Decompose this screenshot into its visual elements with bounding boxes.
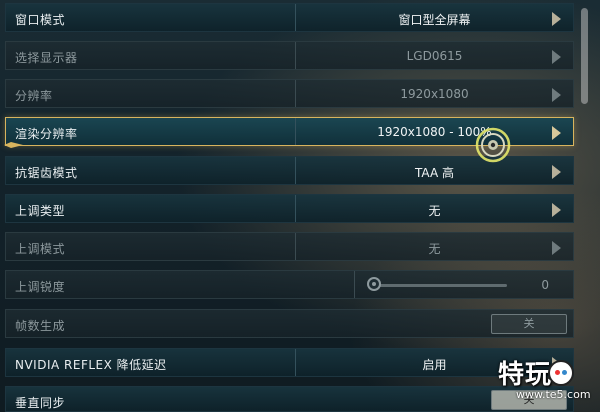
setting-value: TAA 高 (415, 166, 454, 180)
setting-value: 1920x1080 - 100% (377, 125, 492, 139)
selection-ornament-icon (4, 142, 23, 148)
setting-row-vsync[interactable]: 垂直同步 关 (5, 386, 574, 412)
setting-value: LGD0615 (406, 49, 463, 63)
scrollbar[interactable] (581, 8, 588, 104)
setting-row-upscale-sharpness[interactable]: 上调锐度 0 (5, 270, 574, 299)
arrow-right-icon[interactable] (552, 165, 561, 179)
setting-label: NVIDIA REFLEX 降低延迟 (15, 358, 167, 372)
site-watermark: 特玩 www.te5.com (498, 354, 598, 406)
watermark-logo-text: 特玩 (498, 360, 553, 390)
setting-value: 窗口型全屏幕 (398, 13, 471, 27)
slider-value: 0 (541, 278, 549, 292)
setting-row-resolution[interactable]: 分辨率 1920x1080 (5, 79, 574, 108)
slider-track[interactable] (377, 284, 507, 287)
frame-generation-toggle[interactable]: 关 (491, 314, 567, 334)
setting-row-window-mode[interactable]: 窗口模式 窗口型全屏幕 (5, 3, 574, 32)
setting-label: 帧数生成 (15, 319, 66, 333)
setting-label: 上调锐度 (15, 280, 66, 294)
setting-value: 无 (428, 242, 441, 256)
arrow-right-icon[interactable] (552, 12, 561, 26)
gamepad-cursor-icon (475, 127, 511, 163)
setting-row-nvidia-reflex[interactable]: NVIDIA REFLEX 降低延迟 启用 (5, 348, 574, 377)
watermark-url: www.te5.com (516, 388, 591, 401)
setting-label: 渲染分辨率 (15, 127, 78, 141)
arrow-right-icon[interactable] (552, 203, 561, 217)
setting-label: 垂直同步 (15, 396, 66, 410)
arrow-right-icon[interactable] (552, 88, 561, 102)
setting-label: 抗锯齿模式 (15, 166, 78, 180)
arrow-right-icon[interactable] (552, 241, 561, 255)
slider-knob[interactable] (367, 277, 381, 291)
setting-label: 上调模式 (15, 242, 66, 256)
setting-label: 选择显示器 (15, 51, 78, 65)
arrow-right-icon[interactable] (552, 126, 561, 140)
setting-label: 上调类型 (15, 204, 66, 218)
setting-label: 分辨率 (15, 89, 53, 103)
setting-row-monitor[interactable]: 选择显示器 LGD0615 (5, 41, 574, 70)
setting-label: 窗口模式 (15, 13, 66, 27)
setting-row-upscale-mode[interactable]: 上调模式 无 (5, 232, 574, 261)
setting-row-upscale-type[interactable]: 上调类型 无 (5, 194, 574, 223)
sharpness-slider[interactable]: 0 (354, 271, 573, 298)
gamepad-logo-icon (548, 360, 574, 386)
setting-value: 无 (428, 204, 441, 218)
arrow-right-icon[interactable] (552, 50, 561, 64)
setting-value: 1920x1080 (400, 87, 469, 101)
setting-row-frame-generation[interactable]: 帧数生成 关 (5, 309, 574, 338)
